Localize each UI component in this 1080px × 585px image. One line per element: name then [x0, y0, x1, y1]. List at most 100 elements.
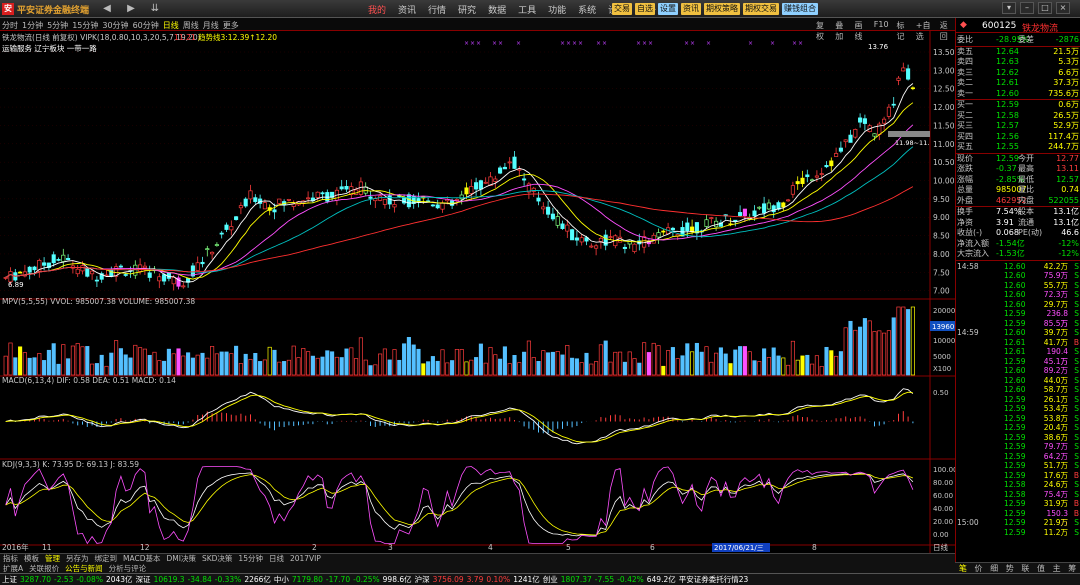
indicator-tab-6[interactable]: DMI决策 — [163, 554, 198, 564]
candle-body — [656, 232, 661, 238]
trade-tick: 12.60 29.7万 S — [956, 300, 1080, 310]
volume-bar — [771, 347, 776, 376]
tick-price: 12.59 — [1004, 404, 1026, 413]
candle-body — [320, 192, 325, 195]
maximize-icon[interactable]: □ — [1038, 2, 1052, 14]
close-icon[interactable]: × — [1056, 2, 1070, 14]
volume-bar — [598, 344, 603, 376]
info-tab-2[interactable]: 公告与新闻 — [62, 564, 106, 573]
period-tab-4[interactable]: 30分钟 — [102, 20, 132, 31]
indicator-tab-0[interactable]: 指标 — [0, 554, 21, 564]
trade-tick: 12.59 11.2万 S — [956, 528, 1080, 538]
orderbook-row[interactable]: 买四 12.56 117.4万 — [956, 132, 1080, 142]
menu-item-2[interactable]: 行情 — [422, 3, 452, 16]
info-tab-0[interactable]: 扩展A — [0, 564, 26, 573]
signal-mark: × — [642, 40, 647, 47]
orderbook-row[interactable]: 买三 12.57 52.9万 — [956, 121, 1080, 131]
trade-tick: 12.59 85.5万 S — [956, 319, 1080, 329]
quick-button-0[interactable]: 交易 — [612, 3, 632, 15]
orderbook-row[interactable]: 卖二 12.61 37.3万 — [956, 78, 1080, 88]
tick-direction: S — [1074, 394, 1079, 404]
orderbook-row[interactable]: 卖五 12.64 21.5万 — [956, 47, 1080, 57]
quick-button-2[interactable]: 设置 — [658, 3, 678, 15]
quick-button-3[interactable]: 资讯 — [681, 3, 701, 15]
side-tab-3[interactable]: 势 — [1002, 563, 1018, 573]
period-tab-6[interactable]: 日线 — [163, 20, 183, 31]
level-label: 买一 — [957, 100, 973, 109]
info-tab-1[interactable]: 关联报价 — [26, 564, 62, 573]
menu-collapse-icon[interactable]: ⇊ — [144, 1, 166, 16]
orderbook-row[interactable]: 买五 12.55 244.7万 — [956, 142, 1080, 152]
side-tab-2[interactable]: 细 — [986, 563, 1002, 573]
volume-bar — [738, 346, 743, 376]
period-tab-1[interactable]: 1分钟 — [22, 20, 47, 31]
quick-button-1[interactable]: 自选 — [635, 3, 655, 15]
volume-bar — [147, 354, 152, 376]
indicator-tab-7[interactable]: SKD决策 — [199, 554, 235, 564]
signal-mark: × — [770, 40, 775, 47]
quick-button-4[interactable]: 期权策略 — [704, 3, 740, 15]
indicator-tab-8[interactable]: 15分钟 — [235, 554, 266, 564]
indicator-tab-1[interactable]: 模板 — [21, 554, 42, 564]
side-tab-0[interactable]: 笔 — [955, 563, 971, 573]
side-tab-4[interactable]: 联 — [1018, 563, 1034, 573]
side-tab-1[interactable]: 价 — [971, 563, 987, 573]
status-item-22: -7.55 — [594, 575, 615, 584]
macd-dif-line — [5, 388, 914, 445]
period-tab-3[interactable]: 15分钟 — [72, 20, 102, 31]
indicator-tab-9[interactable]: 日线 — [266, 554, 287, 564]
volume-bar — [728, 363, 733, 376]
indicator-tab-4[interactable]: 绑定到 — [92, 554, 121, 564]
menu-item-3[interactable]: 研究 — [452, 3, 482, 16]
stock-flag-icon: ◆ — [960, 20, 967, 30]
period-tab-5[interactable]: 60分钟 — [133, 20, 163, 31]
price-tick-label: 11.50 — [933, 121, 955, 130]
orderbook-row[interactable]: 买二 12.58 26.5万 — [956, 111, 1080, 121]
side-tab-5[interactable]: 值 — [1033, 563, 1049, 573]
dropdown-icon[interactable]: ▾ — [1002, 2, 1016, 14]
menu-item-4[interactable]: 数据 — [482, 3, 512, 16]
orderbook-row[interactable]: 卖一 12.60 735.6万 — [956, 89, 1080, 99]
period-tab-0[interactable]: 分时 — [2, 20, 22, 31]
minimize-icon[interactable]: – — [1020, 2, 1034, 14]
menu-item-1[interactable]: 资讯 — [392, 3, 422, 16]
candle-body — [440, 202, 445, 210]
period-tab-8[interactable]: 月线 — [203, 20, 223, 31]
macd-dea-line — [5, 391, 913, 443]
kline-chart[interactable]: 13.50 13.00 12.50 12.00 11.50 11.00 10.50 10.00… — [0, 31, 955, 553]
quote-panel: ◆ 600125 铁龙物流 委比 -28.95% 委差 -2876 卖五 12.64 21.… — [955, 18, 1080, 585]
period-tab-9[interactable]: 更多 — [223, 20, 243, 31]
period-tab-2[interactable]: 5分钟 — [47, 20, 72, 31]
volume-tick-label: 10000 — [933, 337, 955, 345]
menu-item-7[interactable]: 系统 — [572, 3, 602, 16]
row-label: 净流入额 — [957, 238, 989, 248]
forward-arrow-icon[interactable]: ▶ — [120, 1, 142, 16]
signal-mark: × — [470, 40, 475, 47]
menu-item-0[interactable]: 我的 — [362, 3, 392, 16]
status-item-19: 1241亿 — [513, 575, 540, 584]
orderbook-row[interactable]: 卖四 12.63 5.3万 — [956, 57, 1080, 67]
indicator-tab-10[interactable]: 2017VIP — [287, 554, 324, 564]
indicator-tab-2[interactable]: 管理 — [42, 554, 63, 564]
menu-item-6[interactable]: 功能 — [542, 3, 572, 16]
volume-bar — [522, 351, 527, 376]
candle-body — [243, 198, 248, 207]
side-tab-7[interactable]: 筹 — [1064, 563, 1080, 573]
orderbook-row[interactable]: 买一 12.59 0.6万 — [956, 100, 1080, 110]
volume-bar — [608, 361, 613, 376]
info-tab-3[interactable]: 分析与评论 — [106, 564, 150, 573]
period-tab-7[interactable]: 周线 — [183, 20, 203, 31]
candle-body — [205, 248, 210, 251]
status-item-23: -0.42% — [617, 575, 644, 584]
menu-item-5[interactable]: 工具 — [512, 3, 542, 16]
indicator-tab-3[interactable]: 另存为 — [63, 554, 92, 564]
kdj-tick-label: 40.00 — [933, 505, 953, 513]
indicator-tab-5[interactable]: MACD基本 — [120, 554, 163, 564]
quick-button-6[interactable]: 赚钱组合 — [782, 3, 818, 15]
quick-button-5[interactable]: 期权交易 — [743, 3, 779, 15]
side-tab-6[interactable]: 主 — [1049, 563, 1065, 573]
back-arrow-icon[interactable]: ◀ — [96, 1, 118, 16]
orderbook-row[interactable]: 卖三 12.62 6.6万 — [956, 68, 1080, 78]
row-label: 净资 — [957, 217, 973, 227]
tick-direction: S — [1074, 318, 1079, 328]
